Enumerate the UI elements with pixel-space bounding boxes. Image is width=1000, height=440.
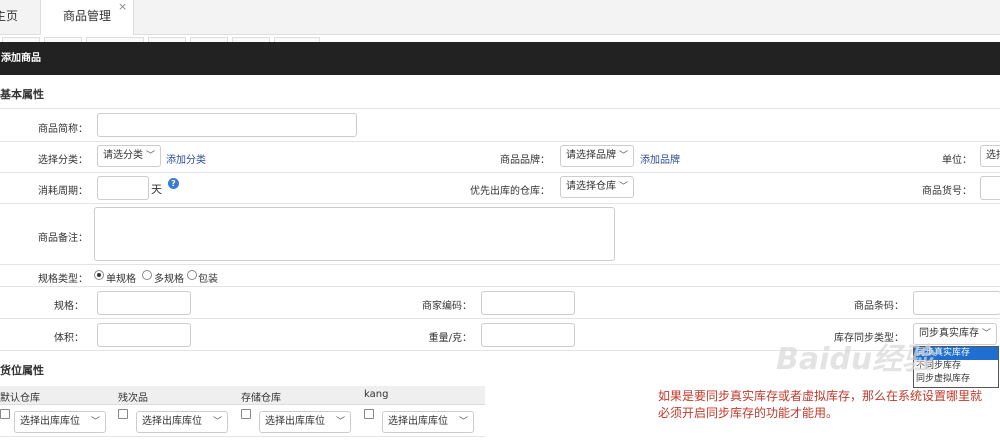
divider bbox=[0, 141, 1000, 142]
priority-warehouse-value: 请选择仓库 bbox=[566, 181, 616, 192]
brand-select-value: 请选择品牌 bbox=[566, 150, 616, 161]
chevron-down-icon: ﹀ bbox=[618, 151, 628, 161]
volume-input[interactable] bbox=[97, 323, 191, 347]
remark-textarea[interactable] bbox=[94, 207, 615, 261]
weight-input[interactable] bbox=[481, 323, 575, 347]
warehouse-checkbox[interactable] bbox=[241, 409, 251, 419]
warehouse-checkbox[interactable] bbox=[364, 409, 374, 419]
sku-label: 商品货号： bbox=[922, 186, 972, 197]
divider bbox=[0, 286, 1000, 287]
location-select[interactable]: 选择出库库位 ﹀ bbox=[382, 411, 474, 433]
spec-radio-package[interactable] bbox=[187, 270, 197, 280]
volume-label: 体积： bbox=[54, 333, 84, 344]
warehouse-header: 残次品 bbox=[118, 393, 148, 404]
divider bbox=[0, 108, 1000, 109]
spec-radio-single[interactable] bbox=[94, 270, 104, 280]
warehouse-checkbox[interactable] bbox=[0, 409, 10, 419]
merchant-code-label: 商家编码： bbox=[422, 301, 472, 312]
tab-bar bbox=[0, 0, 1000, 35]
spec-option-label: 包装 bbox=[198, 274, 218, 285]
barcode-label: 商品条码： bbox=[854, 301, 904, 312]
barcode-input[interactable] bbox=[913, 291, 1000, 315]
location-select[interactable]: 选择出库库位 ﹀ bbox=[14, 411, 106, 433]
divider bbox=[0, 203, 1000, 204]
location-select-value: 选择出库库位 bbox=[20, 416, 80, 427]
location-select[interactable]: 选择出库库位 ﹀ bbox=[259, 411, 351, 433]
category-label: 选择分类： bbox=[38, 155, 88, 166]
location-select-value: 选择出库库位 bbox=[265, 416, 325, 427]
tab-home[interactable]: 主页 bbox=[0, 0, 41, 34]
chevron-down-icon: ﹀ bbox=[618, 182, 628, 192]
location-select-value: 选择出库库位 bbox=[388, 416, 448, 427]
warehouse-header: 默认仓库 bbox=[0, 393, 40, 404]
add-brand-link[interactable]: 添加品牌 bbox=[640, 151, 680, 166]
divider bbox=[0, 318, 1000, 319]
merchant-code-input[interactable] bbox=[481, 291, 575, 315]
location-section-title: 货位属性 bbox=[0, 364, 44, 377]
warehouse-header: kang bbox=[364, 389, 389, 400]
period-unit: 天 bbox=[151, 183, 162, 196]
divider bbox=[0, 172, 1000, 173]
chevron-down-icon: ﹀ bbox=[90, 417, 100, 427]
warehouse-header: 存储仓库 bbox=[241, 393, 281, 404]
unit-select-value: 选择 bbox=[986, 150, 1000, 161]
divider bbox=[0, 264, 1000, 265]
spec-option-label: 多规格 bbox=[154, 274, 184, 285]
location-select[interactable]: 选择出库库位 ﹀ bbox=[136, 411, 228, 433]
help-icon[interactable]: ? bbox=[168, 178, 179, 189]
spec-option-label: 单规格 bbox=[106, 274, 136, 285]
chevron-down-icon: ﹀ bbox=[981, 329, 991, 339]
remark-label: 商品备注： bbox=[38, 233, 88, 244]
brand-select[interactable]: 请选择品牌 ﹀ bbox=[560, 145, 634, 167]
location-select-value: 选择出库库位 bbox=[142, 416, 202, 427]
warehouse-checkbox[interactable] bbox=[118, 409, 128, 419]
unit-select[interactable]: 选择 bbox=[980, 145, 1000, 167]
brand-label: 商品品牌： bbox=[500, 155, 550, 166]
divider bbox=[0, 436, 485, 437]
sku-input[interactable] bbox=[980, 176, 1000, 200]
period-input[interactable] bbox=[97, 176, 149, 200]
chevron-down-icon: ﹀ bbox=[458, 417, 468, 427]
add-category-link[interactable]: 添加分类 bbox=[166, 151, 206, 166]
priority-warehouse-select[interactable]: 请选择仓库 ﹀ bbox=[560, 176, 634, 198]
unit-label: 单位： bbox=[942, 155, 972, 166]
short-name-label: 商品简称： bbox=[38, 124, 88, 135]
chevron-down-icon: ﹀ bbox=[335, 417, 345, 427]
category-select[interactable]: 请选分类 ﹀ bbox=[97, 145, 161, 167]
chevron-down-icon: ﹀ bbox=[145, 151, 155, 161]
spec-radio-multi[interactable] bbox=[142, 270, 152, 280]
weight-label: 重量/克： bbox=[428, 333, 472, 344]
baidu-watermark: Baidu经验 bbox=[776, 342, 933, 377]
annotation-note: 如果是要同步真实库存或者虚拟库存，那么在系统设置哪里就必须开启同步库存的功能才能… bbox=[658, 389, 983, 420]
category-select-value: 请选分类 bbox=[103, 150, 143, 161]
period-label: 消耗周期： bbox=[38, 186, 88, 197]
chevron-down-icon: ﹀ bbox=[212, 417, 222, 427]
basic-section-title: 基本属性 bbox=[0, 88, 44, 101]
spec-type-label: 规格类型： bbox=[38, 274, 88, 285]
divider bbox=[0, 350, 910, 351]
short-name-input[interactable] bbox=[97, 113, 357, 137]
priority-warehouse-label: 优先出库的仓库： bbox=[470, 186, 550, 197]
close-tab-icon[interactable]: × bbox=[118, 1, 127, 12]
spec-label: 规格： bbox=[54, 301, 84, 312]
panel-header: 添加商品 bbox=[0, 42, 1000, 75]
spec-input[interactable] bbox=[97, 291, 191, 315]
